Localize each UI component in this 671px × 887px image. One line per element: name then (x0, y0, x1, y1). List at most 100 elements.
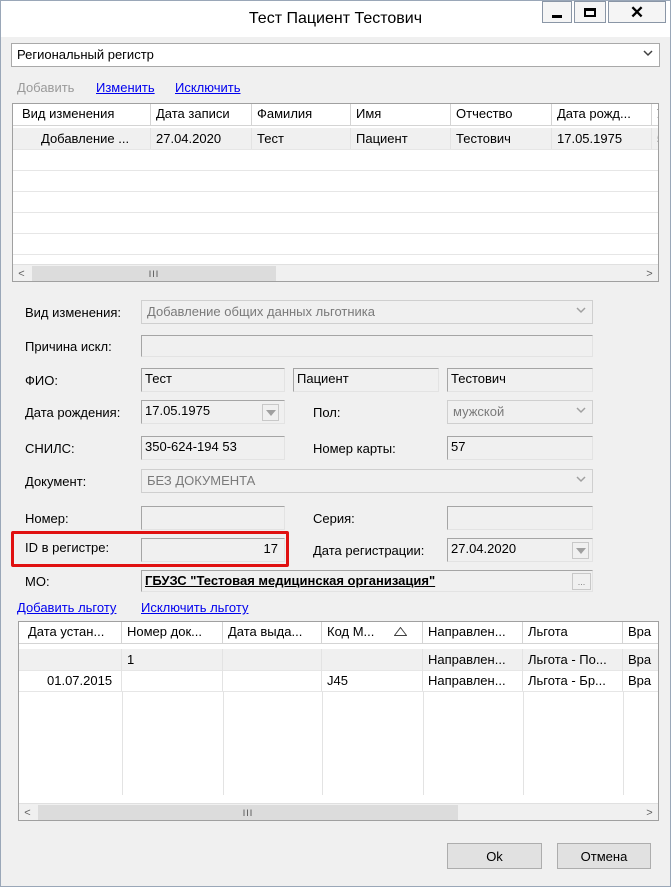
exclude-benefit-link[interactable]: Исключить льготу (141, 600, 248, 615)
table-cell (23, 649, 122, 670)
changes-table-header: Вид изменения Дата записи Фамилия Имя От… (13, 104, 658, 126)
scrollbar-thumb[interactable]: III (32, 266, 276, 281)
chevron-down-icon (576, 476, 586, 483)
register-select[interactable]: Региональный регистр (11, 43, 660, 67)
snils-label: СНИЛС: (25, 441, 75, 456)
table-cell: J45 (322, 670, 423, 691)
column-divider (523, 691, 524, 795)
table-cell: 57 (652, 128, 658, 149)
maximize-icon (584, 7, 596, 17)
column-divider (322, 691, 323, 795)
registry-id-highlight (11, 531, 289, 567)
column-header[interactable]: Дата рожд... (552, 104, 652, 125)
close-button[interactable]: ✕ (608, 1, 666, 23)
triangle-down-icon (265, 409, 276, 416)
column-header[interactable]: Номер док... (122, 622, 223, 643)
scrollbar-thumb[interactable]: III (38, 805, 458, 820)
column-header[interactable]: Направлен... (423, 622, 523, 643)
dialog-window: Тест Пациент Тестович ✕ Региональный рег… (0, 0, 671, 887)
column-divider (122, 691, 123, 795)
column-header[interactable]: Имя (351, 104, 451, 125)
snils-field: 350-624-194 53 (141, 436, 285, 460)
change-type-label: Вид изменения: (25, 305, 122, 320)
add-record-link: Добавить (17, 80, 75, 95)
column-header[interactable]: Дата выда... (223, 622, 322, 643)
empty-row (13, 191, 658, 213)
empty-row (13, 149, 658, 171)
register-select-value: Региональный регистр (17, 47, 154, 62)
column-header[interactable]: Вид изменения (17, 104, 151, 125)
table-cell (322, 649, 423, 670)
table-row[interactable]: 1 Направлен... Льгота - По... Вра (19, 649, 658, 671)
birth-date-value: 17.05.1975 (145, 403, 211, 418)
cancel-button[interactable]: Отмена (557, 843, 651, 869)
table-cell: Вра (623, 649, 658, 670)
middle-name-field: Тестович (447, 368, 593, 392)
column-header-sorted[interactable]: Код М... (322, 622, 423, 643)
table-cell (223, 670, 322, 691)
empty-row (13, 170, 658, 192)
table-cell: Вра (623, 670, 658, 691)
column-header[interactable]: Фамилия (252, 104, 351, 125)
column-header[interactable]: Льгота (523, 622, 623, 643)
series-field (447, 506, 593, 530)
column-header[interactable]: Дата записи (151, 104, 252, 125)
chevron-down-icon (576, 407, 586, 414)
table-row[interactable]: 01.07.2015 J45 Направлен... Льгота - Бр.… (19, 670, 658, 692)
scroll-right-icon[interactable]: > (641, 265, 658, 281)
table-cell: Льгота - Бр... (523, 670, 623, 691)
exclude-record-link[interactable]: Исключить (175, 80, 241, 95)
card-number-label: Номер карты: (313, 441, 396, 456)
birth-date-label: Дата рождения: (25, 405, 121, 420)
table-cell (122, 670, 223, 691)
registration-date-label: Дата регистрации: (313, 543, 425, 558)
column-divider (223, 691, 224, 795)
table-cell: 01.07.2015 (23, 670, 122, 691)
scroll-left-icon[interactable]: < (19, 804, 36, 820)
benefits-table-header: Дата устан... Номер док... Дата выда... … (19, 622, 658, 644)
ok-button[interactable]: Ok (447, 843, 542, 869)
table-row[interactable]: Добавление ... 27.04.2020 Тест Пациент Т… (13, 128, 658, 150)
birth-date-dropdown-button (262, 404, 279, 421)
empty-row (13, 212, 658, 234)
column-divider (423, 691, 424, 795)
table-cell: 1 (122, 649, 223, 670)
document-label: Документ: (25, 474, 87, 489)
table-cell: Направлен... (423, 670, 523, 691)
table-cell: Направлен... (423, 649, 523, 670)
registration-date-dropdown-button (572, 542, 589, 559)
add-benefit-link[interactable]: Добавить льготу (17, 600, 116, 615)
sex-value: мужской (453, 404, 505, 419)
mo-value: ГБУЗС "Тестовая медицинская организация" (145, 573, 436, 588)
table-cell: Тест (252, 128, 351, 149)
column-header[interactable]: Вра (623, 622, 658, 643)
chevron-down-icon (643, 50, 653, 57)
triangle-down-icon (575, 547, 586, 554)
edit-record-link[interactable]: Изменить (96, 80, 155, 95)
horizontal-scrollbar[interactable]: < III > (13, 264, 658, 281)
minimize-button[interactable] (542, 1, 572, 23)
changes-table: Вид изменения Дата записи Фамилия Имя От… (12, 103, 659, 282)
maximize-button[interactable] (574, 1, 606, 23)
scroll-left-icon[interactable]: < (13, 265, 30, 281)
column-header-label: Код М... (327, 624, 375, 639)
scroll-right-icon[interactable]: > (641, 804, 658, 820)
change-type-select: Добавление общих данных льготника (141, 300, 593, 324)
title-bar[interactable]: Тест Пациент Тестович ✕ (1, 1, 670, 37)
table-cell: Льгота - По... (523, 649, 623, 670)
mo-label: МО: (25, 574, 50, 589)
column-divider (623, 691, 624, 795)
reason-label: Причина искл: (25, 339, 112, 354)
reason-field (141, 335, 593, 357)
document-value: БЕЗ ДОКУМЕНТА (147, 473, 256, 488)
horizontal-scrollbar[interactable]: < III > (19, 803, 658, 820)
column-header[interactable]: Дата устан... (23, 622, 122, 643)
column-header[interactable]: Отчество (451, 104, 552, 125)
chevron-down-icon (576, 307, 586, 314)
benefits-table: Дата устан... Номер док... Дата выда... … (18, 621, 659, 821)
sex-label: Пол: (313, 405, 341, 420)
table-cell: 27.04.2020 (151, 128, 252, 149)
column-header[interactable]: Ур (652, 104, 658, 125)
series-label: Серия: (313, 511, 355, 526)
close-icon: ✕ (629, 2, 645, 22)
